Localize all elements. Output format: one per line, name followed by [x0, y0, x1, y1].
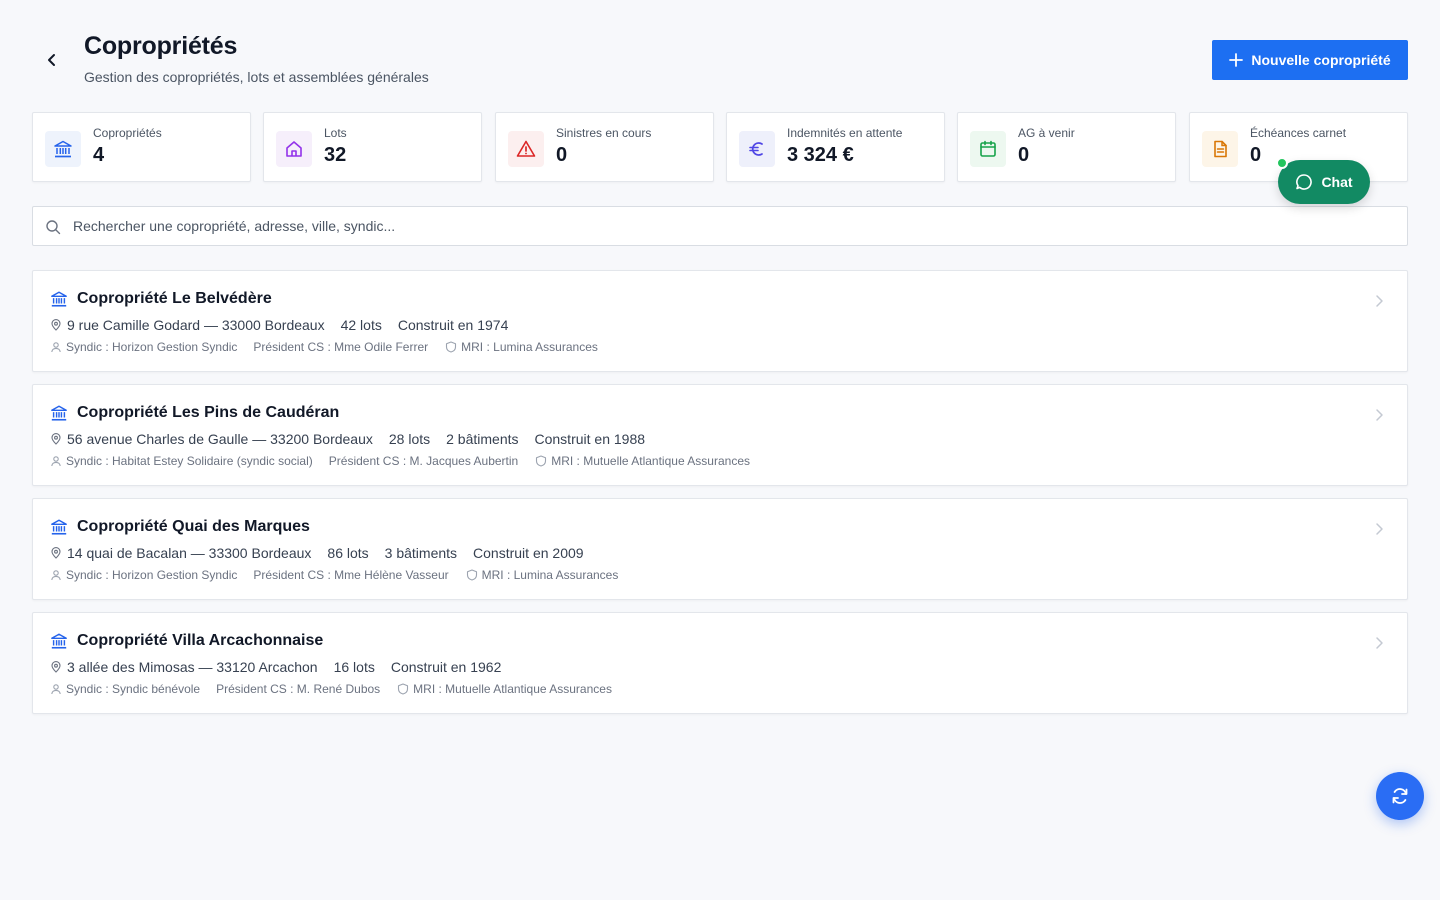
refresh-icon: [1392, 788, 1408, 804]
copropriete-name: Copropriété Les Pins de Caudéran: [77, 404, 340, 421]
chat-bubble-icon: [1296, 174, 1313, 190]
user-icon: [51, 570, 61, 581]
stat-label: Échéances carnet: [1250, 126, 1347, 140]
stat-label: AG à venir: [1018, 126, 1075, 140]
copropriete-batiments: 3 bâtiments: [384, 545, 458, 561]
building-icon: [45, 131, 81, 167]
copropriete-president: Président CS : Mme Odile Ferrer: [253, 340, 429, 354]
search-input[interactable]: [73, 207, 1393, 245]
copropriete-lots: 86 lots: [327, 545, 369, 561]
copropriete-batiments: 2 bâtiments: [446, 431, 519, 447]
online-status-dot: [1276, 157, 1288, 169]
chat-label: Chat: [1321, 174, 1353, 190]
euro-icon: [739, 131, 775, 167]
chevron-right-icon: [1376, 637, 1383, 649]
copropriete-mri: MRI : Lumina Assurances: [461, 340, 598, 354]
search-bar: [32, 206, 1408, 246]
copropriete-construction: Construit en 2009: [473, 545, 584, 561]
map-pin-icon: [51, 547, 61, 559]
new-copropriete-button[interactable]: Nouvelle copropriété: [1212, 40, 1408, 80]
copropriete-address: 14 quai de Bacalan — 33300 Bordeaux: [67, 545, 312, 561]
copropriete-card[interactable]: Copropriété Les Pins de Caudéran 56 aven…: [32, 384, 1408, 486]
copropriete-mri: MRI : Lumina Assurances: [481, 568, 619, 582]
chevron-right-icon: [1376, 295, 1383, 307]
document-icon: [1202, 131, 1238, 167]
copropriete-construction: Construit en 1974: [397, 317, 509, 333]
plus-icon: [1229, 53, 1244, 67]
copropriete-card[interactable]: Copropriété Villa Arcachonnaise 3 allée …: [32, 612, 1408, 714]
shield-icon: [536, 455, 547, 467]
copropriete-syndic: Syndic : Syndic bénévole: [66, 682, 201, 696]
shield-icon: [446, 341, 457, 353]
new-copropriete-label: Nouvelle copropriété: [1251, 52, 1391, 68]
chevron-right-icon: [1376, 523, 1383, 535]
copropriete-name: Copropriété Villa Arcachonnaise: [77, 632, 324, 649]
home-icon: [276, 131, 312, 167]
back-button[interactable]: [40, 48, 64, 72]
copropriete-address: 3 allée des Mimosas — 33120 Arcachon: [67, 659, 318, 675]
page-header: Copropriétés Gestion des copropriétés, l…: [0, 0, 1440, 100]
copropriete-president: Président CS : M. Jacques Aubertin: [328, 454, 519, 468]
copropriete-address: 9 rue Camille Godard — 33000 Bordeaux: [67, 317, 325, 333]
stat-label: Lots: [324, 126, 347, 140]
map-pin-icon: [51, 433, 61, 445]
user-icon: [51, 342, 61, 353]
copropriete-syndic: Syndic : Horizon Gestion Syndic: [66, 340, 238, 354]
copropriete-card[interactable]: Copropriété Quai des Marques 14 quai de …: [32, 498, 1408, 600]
copropriete-construction: Construit en 1962: [390, 659, 502, 675]
stat-label: Sinistres en cours: [556, 126, 652, 140]
copropriete-syndic: Syndic : Horizon Gestion Syndic: [66, 568, 238, 582]
shield-icon: [398, 683, 409, 695]
user-icon: [51, 456, 61, 467]
building-icon: [51, 291, 67, 307]
copropriete-card[interactable]: Copropriété Le Belvédère 9 rue Camille G…: [32, 270, 1408, 372]
copropriete-syndic: Syndic : Habitat Estey Solidaire (syndic…: [66, 454, 313, 468]
stat-card-indemnites: Indemnités en attente 3 324 €: [726, 112, 945, 182]
page-subtitle: Gestion des copropriétés, lots et assemb…: [84, 69, 429, 85]
chevron-right-icon: [1376, 409, 1383, 421]
stat-card-ag: AG à venir 0: [957, 112, 1176, 182]
stat-value: 32: [324, 144, 347, 166]
stat-label: Copropriétés: [93, 126, 162, 140]
stat-value: 0: [1250, 144, 1262, 166]
stat-value: 4: [93, 144, 105, 166]
copropriete-lots: 42 lots: [340, 317, 382, 333]
stat-card-coproprietes: Copropriétés 4: [32, 112, 251, 182]
map-pin-icon: [51, 319, 61, 331]
building-icon: [51, 405, 67, 421]
page-title: Copropriétés: [84, 32, 238, 60]
copropriete-name: Copropriété Le Belvédère: [77, 290, 272, 307]
copropriete-lots: 28 lots: [388, 431, 431, 447]
copropriete-construction: Construit en 1988: [534, 431, 646, 447]
warning-icon: [508, 131, 544, 167]
stats-row: Copropriétés 4 Lots 32 Sinistres en cour…: [32, 112, 1408, 182]
stat-card-lots: Lots 32: [263, 112, 482, 182]
copropriete-mri: MRI : Mutuelle Atlantique Assurances: [413, 682, 612, 696]
user-icon: [51, 684, 61, 695]
map-pin-icon: [51, 661, 61, 673]
stat-value: 0: [556, 144, 568, 166]
copropriete-president: Président CS : M. René Dubos: [216, 682, 381, 696]
copropriete-name: Copropriété Quai des Marques: [77, 518, 310, 535]
stat-value: 0: [1018, 144, 1030, 166]
search-icon: [46, 220, 61, 235]
copropriete-address: 56 avenue Charles de Gaulle — 33200 Bord…: [67, 431, 373, 447]
chat-button[interactable]: Chat: [1278, 160, 1370, 204]
refresh-button[interactable]: [1376, 772, 1424, 820]
stat-label: Indemnités en attente: [787, 126, 903, 140]
copropriete-lots: 16 lots: [333, 659, 375, 675]
stat-value: 3 324 €: [787, 144, 854, 166]
copropriete-president: Président CS : Mme Hélène Vasseur: [253, 568, 449, 582]
calendar-icon: [970, 131, 1006, 167]
building-icon: [51, 633, 67, 649]
copropriete-mri: MRI : Mutuelle Atlantique Assurances: [551, 454, 750, 468]
stat-card-sinistres: Sinistres en cours 0: [495, 112, 714, 182]
chevron-left-icon: [48, 54, 55, 66]
shield-icon: [466, 569, 477, 581]
building-icon: [51, 519, 67, 535]
